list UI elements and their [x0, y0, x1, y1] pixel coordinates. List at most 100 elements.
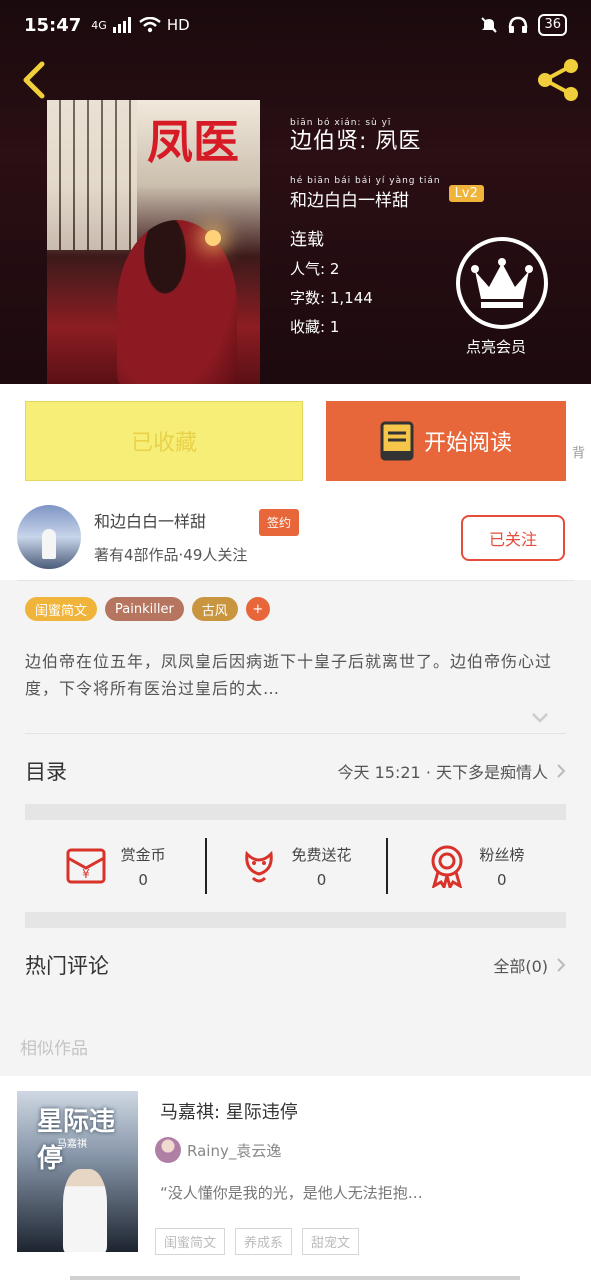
- divider: [25, 733, 566, 734]
- book-author-row[interactable]: hé biān bái bái yí yàng tián 和边白白一样甜 Lv2: [290, 176, 484, 211]
- start-reading-button[interactable]: 开始阅读: [326, 401, 566, 481]
- favorites-value: 1: [329, 318, 340, 336]
- back-button[interactable]: [18, 60, 54, 100]
- similar-work-quote: “没人懂你是我的光，是他人无法拒抱…: [160, 1184, 423, 1202]
- gift-name: 赏金币: [120, 845, 166, 864]
- gift-count: 0: [497, 870, 507, 889]
- crown-icon: [471, 258, 533, 308]
- comments-all-label: 全部(0): [493, 957, 548, 976]
- catalog-row[interactable]: 目录 今天 15:21 · 天下多是痴情人: [25, 748, 566, 794]
- serial-status: 连载: [290, 230, 324, 250]
- cover-figure: [117, 220, 237, 384]
- book-author-pinyin: hé biān bái bái yí yàng tián: [290, 176, 441, 186]
- follow-button[interactable]: 已关注: [461, 515, 565, 561]
- tag-list: 闺蜜简文 Painkiller 古风 +: [25, 597, 270, 621]
- gift-name: 免费送花: [291, 845, 352, 864]
- battery-indicator: 36: [538, 14, 567, 36]
- tag-chip[interactable]: 闺蜜简文: [25, 597, 98, 621]
- share-icon: [538, 59, 578, 101]
- comments-all: 全部(0): [493, 953, 566, 977]
- vip-crown-button[interactable]: [456, 237, 548, 329]
- cover-candle: [205, 230, 221, 246]
- section-gap: [25, 912, 566, 928]
- popularity-label: 人气: [290, 260, 321, 278]
- book-title-block: biān bó xián: sù yī 边伯贤: 夙医: [290, 118, 484, 156]
- similar-cover-figure: [63, 1169, 107, 1252]
- catalog-latest: 今天 15:21 · 天下多是痴情人: [338, 759, 566, 783]
- cover-title: 凤医: [147, 115, 239, 169]
- author-name[interactable]: 和边白白一样甜: [94, 508, 206, 532]
- saved-button[interactable]: 已收藏: [25, 401, 303, 481]
- gift-flower[interactable]: 免费送花 0: [205, 820, 385, 912]
- vip-label: 点亮会员: [466, 338, 527, 356]
- gift-label: 粉丝榜 0: [479, 844, 524, 889]
- words-stat: 字数: 1,144: [290, 289, 373, 307]
- wifi-icon: [139, 17, 161, 33]
- red-envelope-icon: ¥: [66, 848, 106, 884]
- section-gap: [25, 804, 566, 820]
- words-value: 1,144: [329, 289, 373, 307]
- chevron-right-icon: [557, 764, 566, 778]
- book-cover[interactable]: 凤医: [47, 100, 260, 384]
- gift-label: 赏金币 0: [121, 844, 166, 889]
- book-author-block: hé biān bái bái yí yàng tián 和边白白一样甜: [290, 176, 441, 211]
- medal-icon: [431, 845, 463, 888]
- book-header: 15:47 4G HD 36 凤医 biān bó xián: sù yī 边伯…: [0, 0, 591, 384]
- book-icon: [380, 421, 414, 461]
- similar-work-cover[interactable]: 星际违停 马嘉祺: [17, 1091, 138, 1252]
- expand-intro-button[interactable]: [531, 710, 549, 724]
- book-intro: 边伯帝在位五年，凤凤皇后因病逝下十皇子后就离世了。边伯帝伤心过度，下令将所有医治…: [25, 652, 553, 698]
- chevron-right-icon: [557, 958, 566, 972]
- status-right: 36: [480, 14, 567, 36]
- bottom-strip: [70, 1276, 520, 1280]
- signed-badge: 签约: [259, 509, 300, 536]
- chevron-left-icon: [23, 61, 45, 99]
- similar-author-avatar: [155, 1137, 181, 1163]
- mute-icon: [481, 17, 498, 33]
- network-type: 4G: [91, 18, 107, 32]
- book-author: 和边白白一样甜: [290, 191, 409, 211]
- author-avatar[interactable]: [17, 505, 81, 569]
- status-time: 15:47: [24, 14, 82, 36]
- favorites-label: 收藏: [290, 318, 321, 336]
- share-button[interactable]: [535, 58, 581, 102]
- tag-chip[interactable]: 古风: [191, 597, 238, 621]
- gift-count: 0: [138, 870, 148, 889]
- level-badge: Lv2: [448, 185, 484, 202]
- similar-tag-list: 闺蜜简文 养成系 甜宠文: [155, 1228, 360, 1255]
- chevron-down-icon: [532, 713, 548, 723]
- similar-author-name: Rainy_袁云逸: [187, 1141, 282, 1160]
- tag-chip[interactable]: Painkiller: [105, 597, 184, 621]
- popularity-value: 2: [329, 260, 340, 278]
- similar-work-author[interactable]: Rainy_袁云逸: [155, 1137, 281, 1163]
- gift-coins[interactable]: ¥ 赏金币 0: [25, 820, 205, 912]
- action-area: 已收藏 开始阅读 背: [0, 384, 591, 500]
- divider: [17, 580, 574, 581]
- hd-indicator: HD: [166, 16, 190, 34]
- similar-tag[interactable]: 闺蜜简文: [155, 1228, 226, 1255]
- similar-tag[interactable]: 养成系: [235, 1228, 293, 1255]
- start-reading-label: 开始阅读: [423, 431, 512, 456]
- latest-chapter: 今天 15:21 · 天下多是痴情人: [337, 763, 548, 782]
- popularity-stat: 人气: 2: [290, 260, 340, 278]
- comments-title: 热门评论: [25, 954, 109, 978]
- similar-work-title[interactable]: 马嘉祺: 星际违停: [160, 1098, 298, 1124]
- catalog-title: 目录: [25, 760, 67, 784]
- side-tab[interactable]: 背: [572, 442, 591, 461]
- gift-name: 粉丝榜: [479, 845, 525, 864]
- similar-tag[interactable]: 甜宠文: [302, 1228, 360, 1255]
- network-indicator: 4G HD: [91, 16, 189, 34]
- status-bar: 15:47 4G HD 36: [0, 0, 591, 50]
- comments-row[interactable]: 热门评论 全部(0): [25, 942, 566, 988]
- add-tag-button[interactable]: +: [245, 597, 270, 621]
- cover-window-decor: [47, 100, 137, 250]
- similar-work-card[interactable]: 星际违停 马嘉祺 马嘉祺: 星际违停 Rainy_袁云逸 “没人懂你是我的光，是…: [0, 1076, 591, 1280]
- book-info: biān bó xián: sù yī 边伯贤: 夙医 hé biān bái …: [290, 118, 484, 337]
- gift-count: 0: [316, 870, 327, 889]
- favorites-stat: 收藏: 1: [290, 318, 340, 336]
- author-meta: 著有4部作品·49人关注: [94, 546, 248, 564]
- author-card: 和边白白一样甜 签约 著有4部作品·49人关注 已关注: [0, 500, 591, 580]
- book-title: 边伯贤: 夙医: [290, 129, 422, 154]
- headphones-icon: [509, 16, 528, 33]
- gift-fans[interactable]: 粉丝榜 0: [385, 820, 566, 912]
